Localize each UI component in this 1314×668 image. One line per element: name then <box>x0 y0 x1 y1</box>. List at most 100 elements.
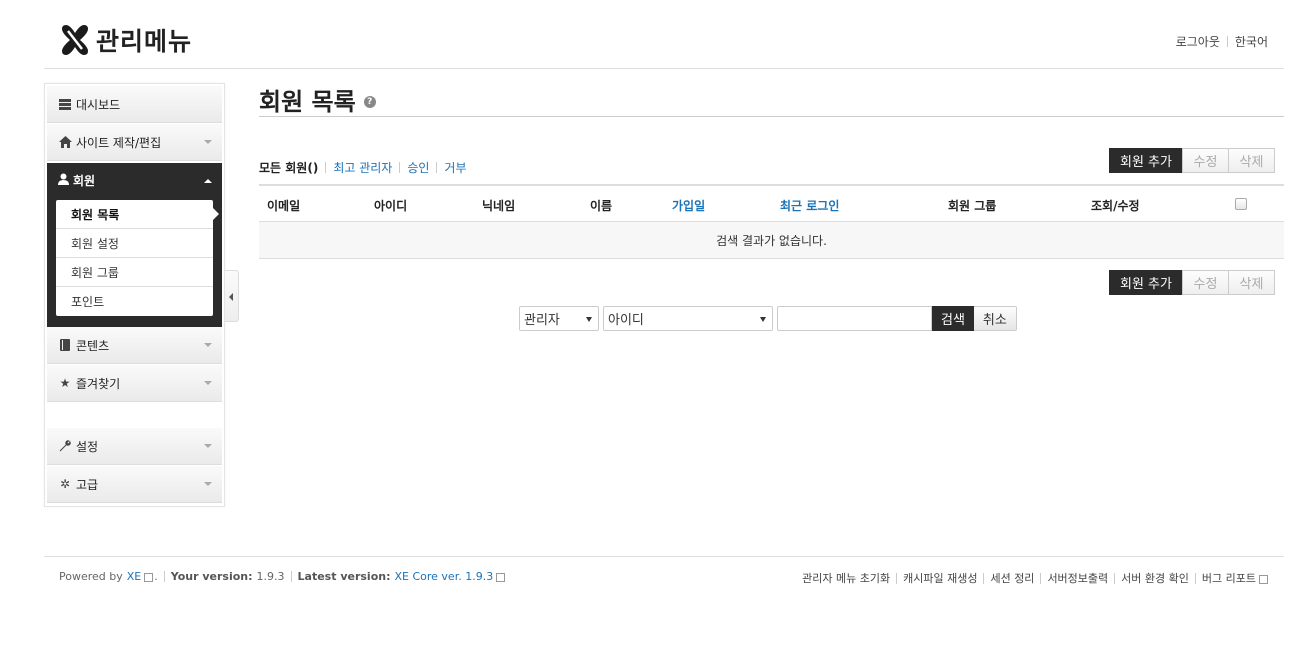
chevron-down-icon <box>204 444 212 448</box>
top-action-buttons: 회원 추가 수정 삭제 <box>1109 148 1275 173</box>
footer-version-info: Powered by XE . Your version: 1.9.3 Late… <box>59 570 506 583</box>
divider <box>983 572 985 584</box>
your-version-label: Your version: <box>170 570 253 583</box>
divider <box>1040 572 1042 584</box>
divider <box>436 162 438 173</box>
column-header-regdate[interactable]: 가입일 <box>672 197 705 214</box>
sidebar-item-member-title[interactable]: 회원 <box>58 172 95 189</box>
edit-button[interactable]: 수정 <box>1181 270 1229 295</box>
sidebar-item-favorites[interactable]: ★ 즐겨찾기 <box>47 365 222 402</box>
empty-result-row: 검색 결과가 없습니다. <box>259 222 1284 259</box>
sidebar-item-site-design[interactable]: 사이트 제작/편집 <box>47 124 222 161</box>
filter-all-members[interactable]: 모든 회원() <box>259 159 318 176</box>
cancel-button[interactable]: 취소 <box>973 306 1017 331</box>
footer: Powered by XE . Your version: 1.9.3 Late… <box>44 556 1284 596</box>
bottom-action-buttons: 회원 추가 수정 삭제 <box>1109 270 1275 295</box>
book-icon <box>58 338 72 352</box>
search-field-select-value: 아이디 <box>608 313 644 328</box>
sidebar-item-label: 콘텐츠 <box>76 338 110 353</box>
sidebar-item-advanced[interactable]: ✲ 고급 <box>47 466 222 503</box>
add-member-button[interactable]: 회원 추가 <box>1109 270 1183 295</box>
sidebar-item-settings[interactable]: 설정 <box>47 428 222 465</box>
external-link-icon <box>144 573 154 582</box>
sidebar: 대시보드 사이트 제작/편집 회원 회원 목록 회원 설정 회원 그룹 포인트 … <box>44 83 225 507</box>
filter-super-admin[interactable]: 최고 관리자 <box>333 159 392 176</box>
delete-button[interactable]: 삭제 <box>1227 270 1275 295</box>
wrench-icon <box>58 439 72 453</box>
column-header-user-id: 아이디 <box>374 199 408 213</box>
regenerate-cache-link[interactable]: 캐시파일 재생성 <box>903 570 977 586</box>
chevron-down-icon <box>204 343 212 347</box>
divider <box>1194 572 1196 584</box>
latest-version-link[interactable]: XE Core ver. 1.9.3 <box>394 570 493 583</box>
logo-text: 관리메뉴 <box>96 27 193 56</box>
bug-report-link[interactable]: 버그 리포트 <box>1202 570 1256 586</box>
sidebar-item-content[interactable]: 콘텐츠 <box>47 327 222 364</box>
search-button[interactable]: 검색 <box>932 306 974 331</box>
scope-select-value: 관리자 <box>524 313 560 328</box>
divider <box>290 571 292 582</box>
xe-link[interactable]: XE <box>127 570 142 583</box>
gear-icon: ✲ <box>59 477 71 491</box>
add-member-button[interactable]: 회원 추가 <box>1109 148 1183 173</box>
sidebar-item-label: 대시보드 <box>76 97 121 112</box>
sidebar-item-label: 즐겨찾기 <box>76 376 121 391</box>
column-header-email: 이메일 <box>267 199 301 213</box>
latest-version-label: Latest version: <box>297 570 391 583</box>
server-info-link[interactable]: 서버정보출력 <box>1047 570 1108 586</box>
sidebar-item-dashboard[interactable]: 대시보드 <box>47 86 222 123</box>
your-version-value: 1.9.3 <box>256 570 285 583</box>
global-nav: 로그아웃 한국어 <box>1176 33 1268 50</box>
caret-down-icon <box>586 317 592 322</box>
sidebar-collapse-toggle[interactable] <box>225 270 239 322</box>
page-title-wrap: 회원 목록 ? <box>259 82 376 117</box>
server-env-check-link[interactable]: 서버 환경 확인 <box>1121 570 1189 586</box>
header: 관리메뉴 로그아웃 한국어 <box>44 0 1284 69</box>
user-icon <box>58 173 69 188</box>
footer-tools: 관리자 메뉴 초기화 캐시파일 재생성 세션 정리 서버정보출력 서버 환경 확… <box>802 570 1268 586</box>
home-icon <box>58 135 72 149</box>
star-icon: ★ <box>59 376 71 390</box>
language-selector[interactable]: 한국어 <box>1235 33 1268 50</box>
search-input[interactable] <box>777 306 932 331</box>
edit-button[interactable]: 수정 <box>1181 148 1229 173</box>
submenu-member-settings[interactable]: 회원 설정 <box>56 229 213 258</box>
sidebar-item-member[interactable]: 회원 회원 목록 회원 설정 회원 그룹 포인트 <box>47 163 222 327</box>
submenu-member-list[interactable]: 회원 목록 <box>56 200 219 229</box>
chevron-up-icon <box>204 179 212 183</box>
search-field-select[interactable]: 아이디 <box>603 306 773 331</box>
divider <box>1226 36 1228 47</box>
submenu-member-group[interactable]: 회원 그룹 <box>56 258 213 287</box>
reset-admin-menu-link[interactable]: 관리자 메뉴 초기화 <box>802 570 890 586</box>
scope-select[interactable]: 관리자 <box>519 306 599 331</box>
chevron-down-icon <box>204 482 212 486</box>
member-submenu: 회원 목록 회원 설정 회원 그룹 포인트 <box>56 200 219 316</box>
title-divider <box>259 116 1284 117</box>
submenu-point[interactable]: 포인트 <box>56 287 213 316</box>
column-header-member-group: 회원 그룹 <box>948 199 997 213</box>
divider <box>896 572 898 584</box>
filter-approved[interactable]: 승인 <box>407 159 429 176</box>
delete-button[interactable]: 삭제 <box>1227 148 1275 173</box>
chevron-down-icon <box>204 140 212 144</box>
column-header-last-login[interactable]: 최근 로그인 <box>780 197 839 214</box>
column-header-view-edit: 조회/수정 <box>1091 199 1140 213</box>
sidebar-item-label: 사이트 제작/편집 <box>76 135 162 150</box>
member-filter: 모든 회원() 최고 관리자 승인 거부 <box>259 159 467 176</box>
list-icon <box>58 97 72 111</box>
column-header-nickname: 닉네임 <box>482 199 516 213</box>
select-all-checkbox[interactable] <box>1235 198 1247 210</box>
sidebar-item-label: 설정 <box>76 439 99 454</box>
divider <box>325 162 327 173</box>
member-table: 이메일 아이디 닉네임 이름 가입일 최근 로그인 회원 그룹 조회/수정 검색… <box>259 184 1284 259</box>
filter-denied[interactable]: 거부 <box>444 159 466 176</box>
admin-logo[interactable]: 관리메뉴 <box>58 22 192 58</box>
clear-session-link[interactable]: 세션 정리 <box>990 570 1034 586</box>
sidebar-item-label: 회원 <box>73 174 96 188</box>
xe-logo-icon <box>62 25 88 55</box>
sidebar-item-label: 고급 <box>76 477 99 492</box>
external-link-icon <box>496 573 506 582</box>
help-icon[interactable]: ? <box>363 95 376 108</box>
external-link-icon <box>1259 574 1268 584</box>
logout-link[interactable]: 로그아웃 <box>1176 33 1220 50</box>
